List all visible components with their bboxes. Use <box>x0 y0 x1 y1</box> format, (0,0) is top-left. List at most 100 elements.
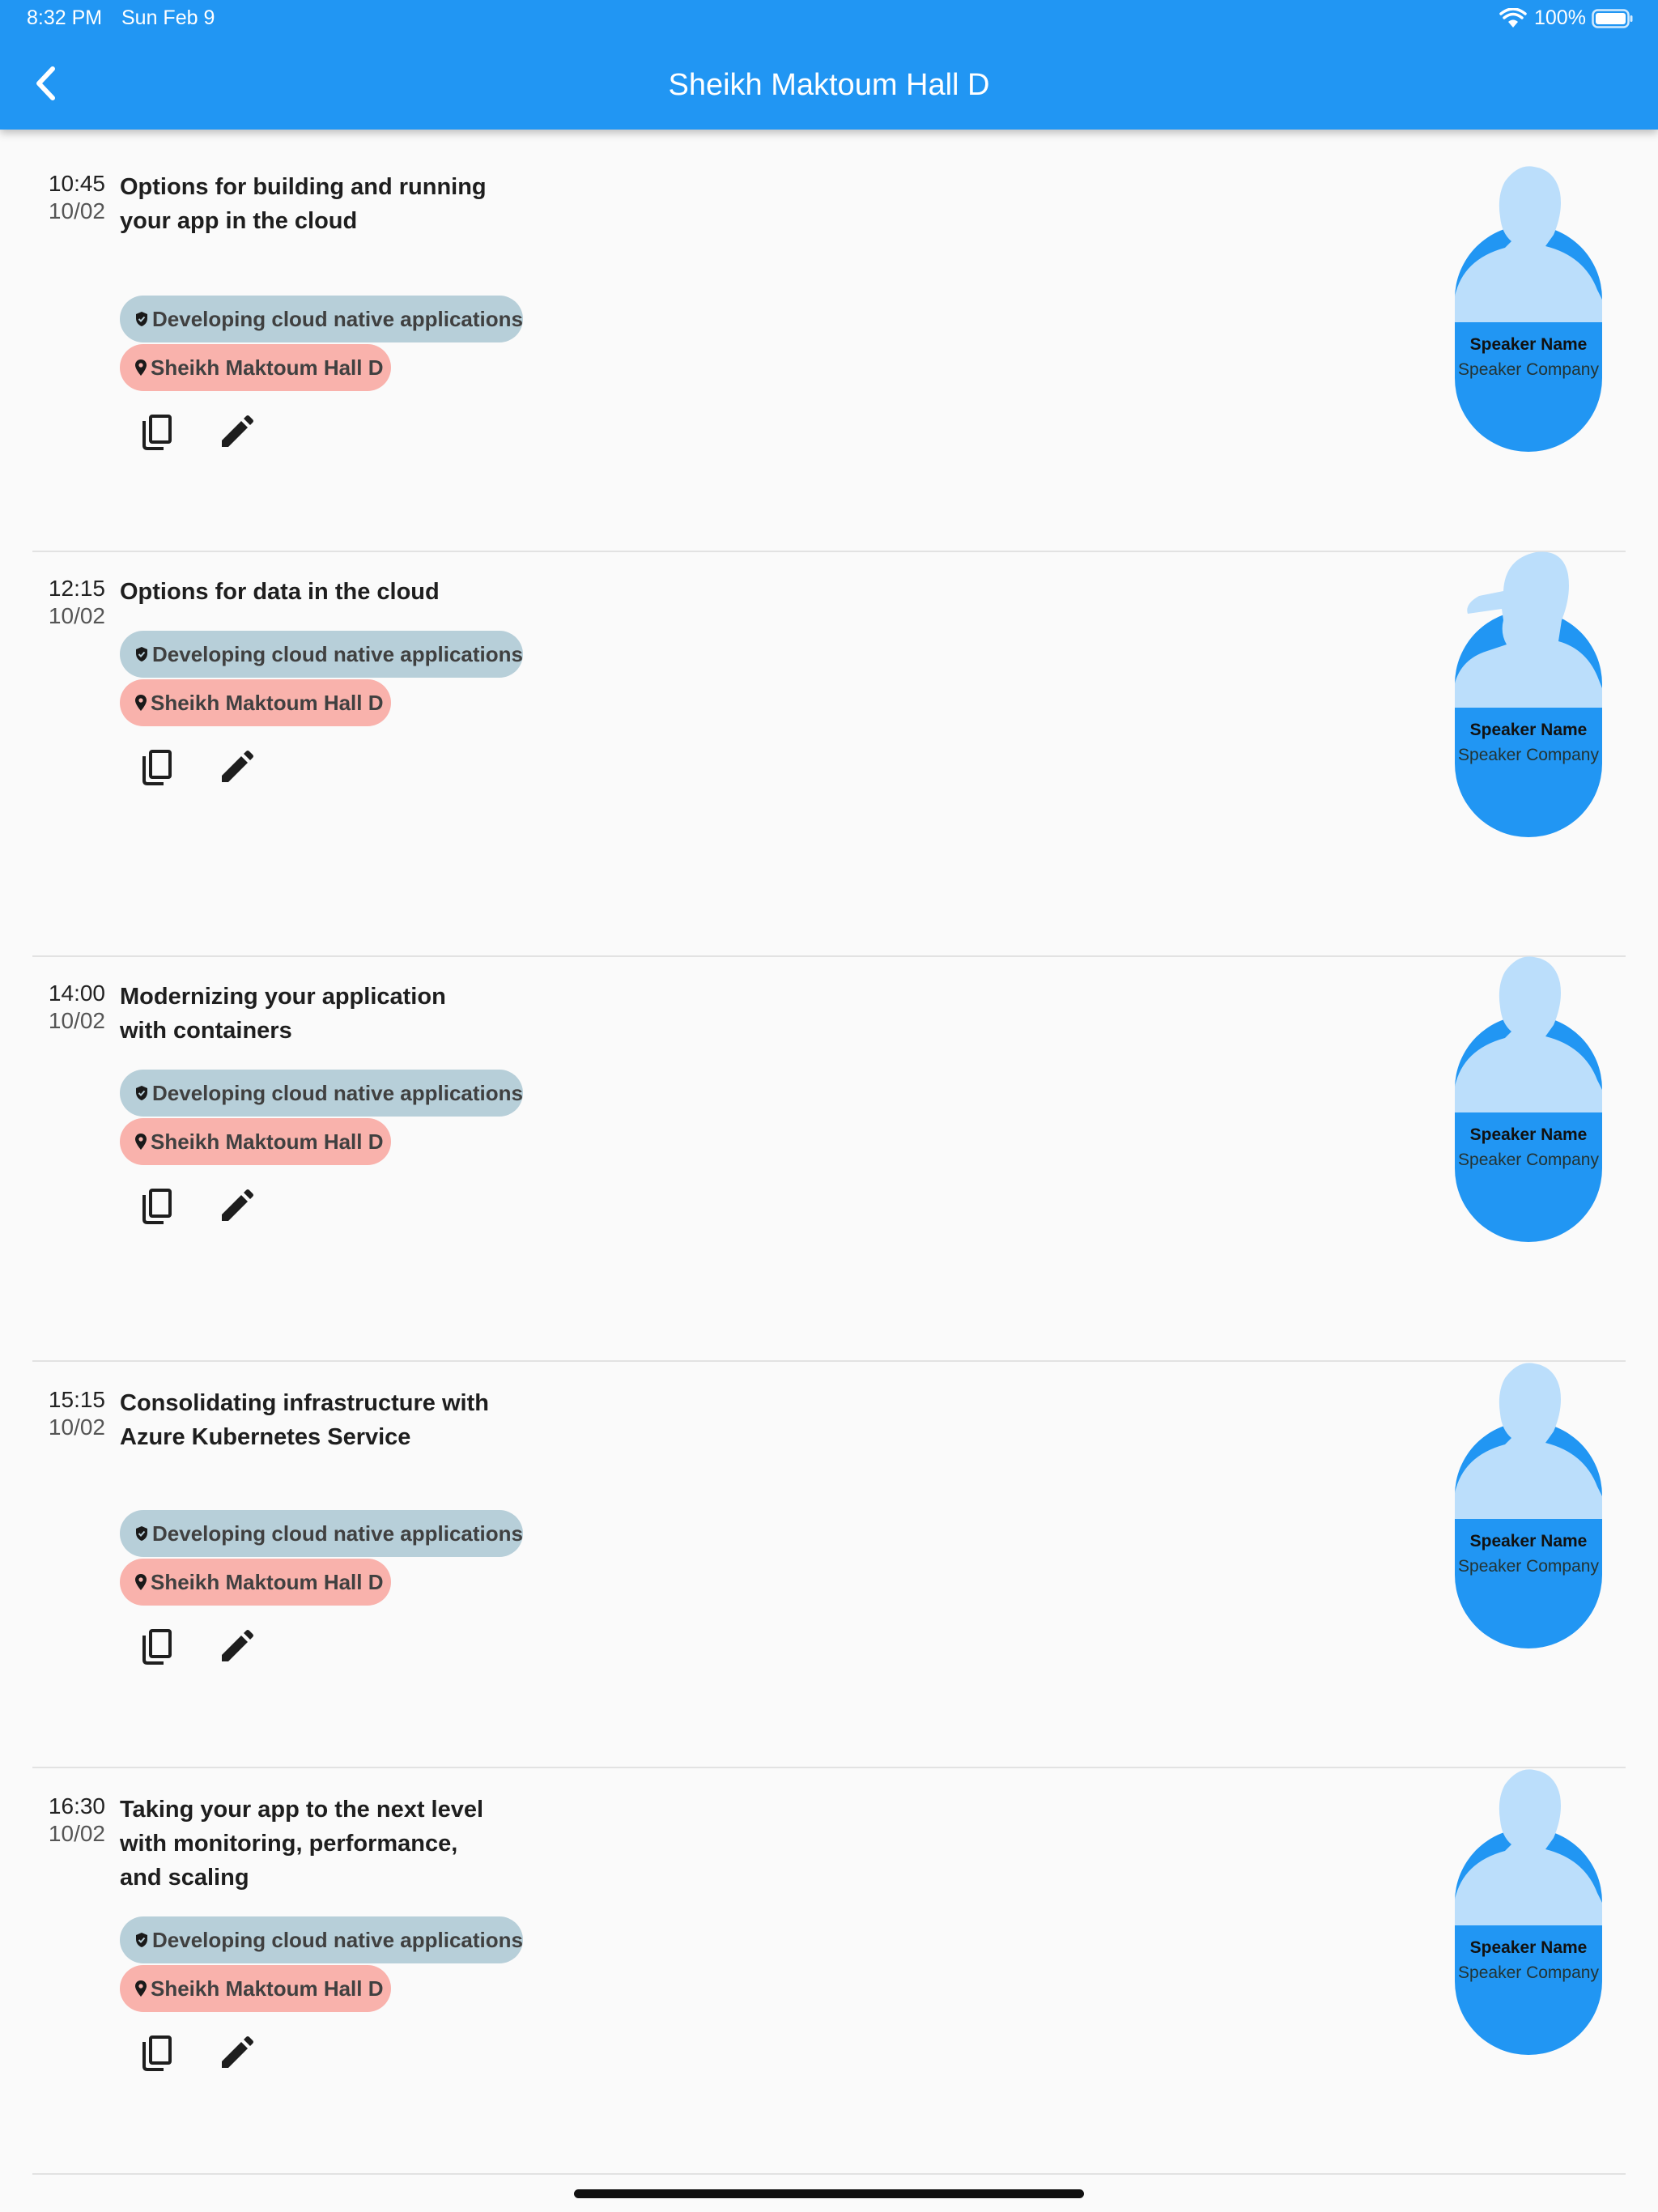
speaker-card[interactable]: Speaker Name Speaker Company <box>1455 160 1602 452</box>
speaker-name: Speaker Name <box>1469 721 1588 739</box>
session-date: 10/02 <box>48 1414 105 1440</box>
copy-icon <box>142 2035 172 2071</box>
session-card[interactable]: 10:45 10/02 Options for building and run… <box>32 146 1626 552</box>
room-chip-label: Sheikh Maktoum Hall D <box>151 690 384 715</box>
edit-button[interactable] <box>212 743 261 792</box>
session-date: 10/02 <box>48 1821 105 1846</box>
copy-icon <box>142 415 172 450</box>
speaker-company: Speaker Company <box>1458 360 1599 379</box>
speaker-card[interactable]: Speaker Name Speaker Company <box>1455 951 1602 1242</box>
room-chip-label: Sheikh Maktoum Hall D <box>151 355 384 380</box>
speaker-name: Speaker Name <box>1469 1938 1588 1957</box>
speaker-card[interactable]: Speaker Name Speaker Company <box>1455 546 1602 837</box>
track-chip[interactable]: Developing cloud native applications <box>120 1916 523 1963</box>
copy-button[interactable] <box>133 1623 181 1671</box>
session-time-block: 12:15 10/02 <box>45 575 105 630</box>
room-chip-label: Sheikh Maktoum Hall D <box>151 1976 384 2001</box>
room-chip[interactable]: Sheikh Maktoum Hall D <box>120 679 391 726</box>
session-start-time: 12:15 <box>48 576 105 601</box>
room-chip-label: Sheikh Maktoum Hall D <box>151 1569 384 1594</box>
edit-button[interactable] <box>212 1623 261 1671</box>
speaker-name: Speaker Name <box>1469 335 1588 354</box>
map-pin-icon <box>135 1134 147 1150</box>
copy-icon <box>142 750 172 785</box>
wifi-icon <box>1499 7 1527 33</box>
speaker-info: Speaker Name Speaker Company <box>1455 332 1602 382</box>
session-time-block: 14:00 10/02 <box>45 980 105 1035</box>
speaker-info: Speaker Name Speaker Company <box>1455 1529 1602 1579</box>
session-title: Consolidating infrastructure with Azure … <box>120 1390 489 1450</box>
track-chip-label: Developing cloud native applications <box>152 1927 523 1952</box>
track-chip[interactable]: Developing cloud native applications <box>120 296 523 342</box>
room-chip[interactable]: Sheikh Maktoum Hall D <box>120 1965 391 2012</box>
session-time-block: 16:30 10/02 <box>45 1793 105 1848</box>
pencil-icon <box>222 751 253 782</box>
speaker-company: Speaker Company <box>1458 1151 1599 1169</box>
status-date: Sun Feb 9 <box>121 6 215 29</box>
speaker-avatar <box>1455 956 1602 1112</box>
battery-icon <box>1592 9 1634 32</box>
pencil-icon <box>222 415 253 447</box>
pencil-icon <box>222 1630 253 1661</box>
speaker-avatar <box>1455 166 1602 322</box>
speaker-info: Speaker Name Speaker Company <box>1455 717 1602 768</box>
speaker-company: Speaker Company <box>1458 746 1599 764</box>
session-date: 10/02 <box>48 1008 105 1033</box>
map-pin-icon <box>135 359 147 376</box>
speaker-avatar <box>1455 551 1602 708</box>
shield-check-icon <box>136 1526 147 1541</box>
track-chip-label: Developing cloud native applications <box>152 306 523 331</box>
speaker-avatar <box>1455 1363 1602 1519</box>
speaker-name: Speaker Name <box>1469 1125 1588 1144</box>
map-pin-icon <box>135 1574 147 1590</box>
session-title: Options for building and running your ap… <box>120 174 487 234</box>
map-pin-icon <box>135 1980 147 1997</box>
session-card[interactable]: 14:00 10/02 Modernizing your application… <box>32 955 1626 1362</box>
track-chip[interactable]: Developing cloud native applications <box>120 631 523 678</box>
session-title: Options for data in the cloud <box>120 579 440 605</box>
app-bar: 8:32 PM Sun Feb 9 100% Sheikh Maktoum Ha… <box>0 0 1658 130</box>
pencil-icon <box>222 2036 253 2068</box>
speaker-info: Speaker Name Speaker Company <box>1455 1122 1602 1172</box>
track-chip[interactable]: Developing cloud native applications <box>120 1070 523 1117</box>
status-time: 8:32 PM <box>27 6 103 29</box>
copy-icon <box>142 1189 172 1224</box>
session-time-block: 10:45 10/02 <box>45 170 105 225</box>
copy-icon <box>142 1629 172 1665</box>
edit-button[interactable] <box>212 408 261 457</box>
speaker-card[interactable]: Speaker Name Speaker Company <box>1455 1357 1602 1648</box>
track-chip-label: Developing cloud native applications <box>152 1080 523 1105</box>
track-chip[interactable]: Developing cloud native applications <box>120 1510 523 1557</box>
edit-button[interactable] <box>212 1182 261 1231</box>
session-time-block: 15:15 10/02 <box>45 1386 105 1441</box>
speaker-company: Speaker Company <box>1458 1557 1599 1576</box>
copy-button[interactable] <box>133 2029 181 2078</box>
speaker-name: Speaker Name <box>1469 1532 1588 1551</box>
room-chip[interactable]: Sheikh Maktoum Hall D <box>120 344 391 391</box>
home-indicator <box>574 2189 1084 2198</box>
session-start-time: 16:30 <box>48 1793 105 1819</box>
shield-check-icon <box>136 1086 147 1100</box>
session-card[interactable]: 15:15 10/02 Consolidating infrastructure… <box>32 1362 1626 1768</box>
session-card[interactable]: 16:30 10/02 Taking your app to the next … <box>32 1768 1626 2175</box>
copy-button[interactable] <box>133 1182 181 1231</box>
pencil-icon <box>222 1189 253 1221</box>
shield-check-icon <box>136 1933 147 1947</box>
edit-button[interactable] <box>212 2029 261 2078</box>
session-title: Taking your app to the next level with m… <box>120 1797 484 1891</box>
copy-button[interactable] <box>133 743 181 792</box>
speaker-avatar <box>1455 1769 1602 1925</box>
speaker-card[interactable]: Speaker Name Speaker Company <box>1455 1763 1602 2055</box>
room-chip[interactable]: Sheikh Maktoum Hall D <box>120 1559 391 1606</box>
session-start-time: 15:15 <box>48 1387 105 1412</box>
session-title: Modernizing your application with contai… <box>120 984 446 1044</box>
session-start-time: 10:45 <box>48 171 105 196</box>
session-card[interactable]: 12:15 10/02 Options for data in the clou… <box>32 551 1626 957</box>
copy-button[interactable] <box>133 408 181 457</box>
track-chip-label: Developing cloud native applications <box>152 641 523 666</box>
session-start-time: 14:00 <box>48 981 105 1006</box>
track-chip-label: Developing cloud native applications <box>152 1521 523 1546</box>
speaker-company: Speaker Company <box>1458 1963 1599 1982</box>
room-chip[interactable]: Sheikh Maktoum Hall D <box>120 1118 391 1165</box>
shield-check-icon <box>136 312 147 326</box>
